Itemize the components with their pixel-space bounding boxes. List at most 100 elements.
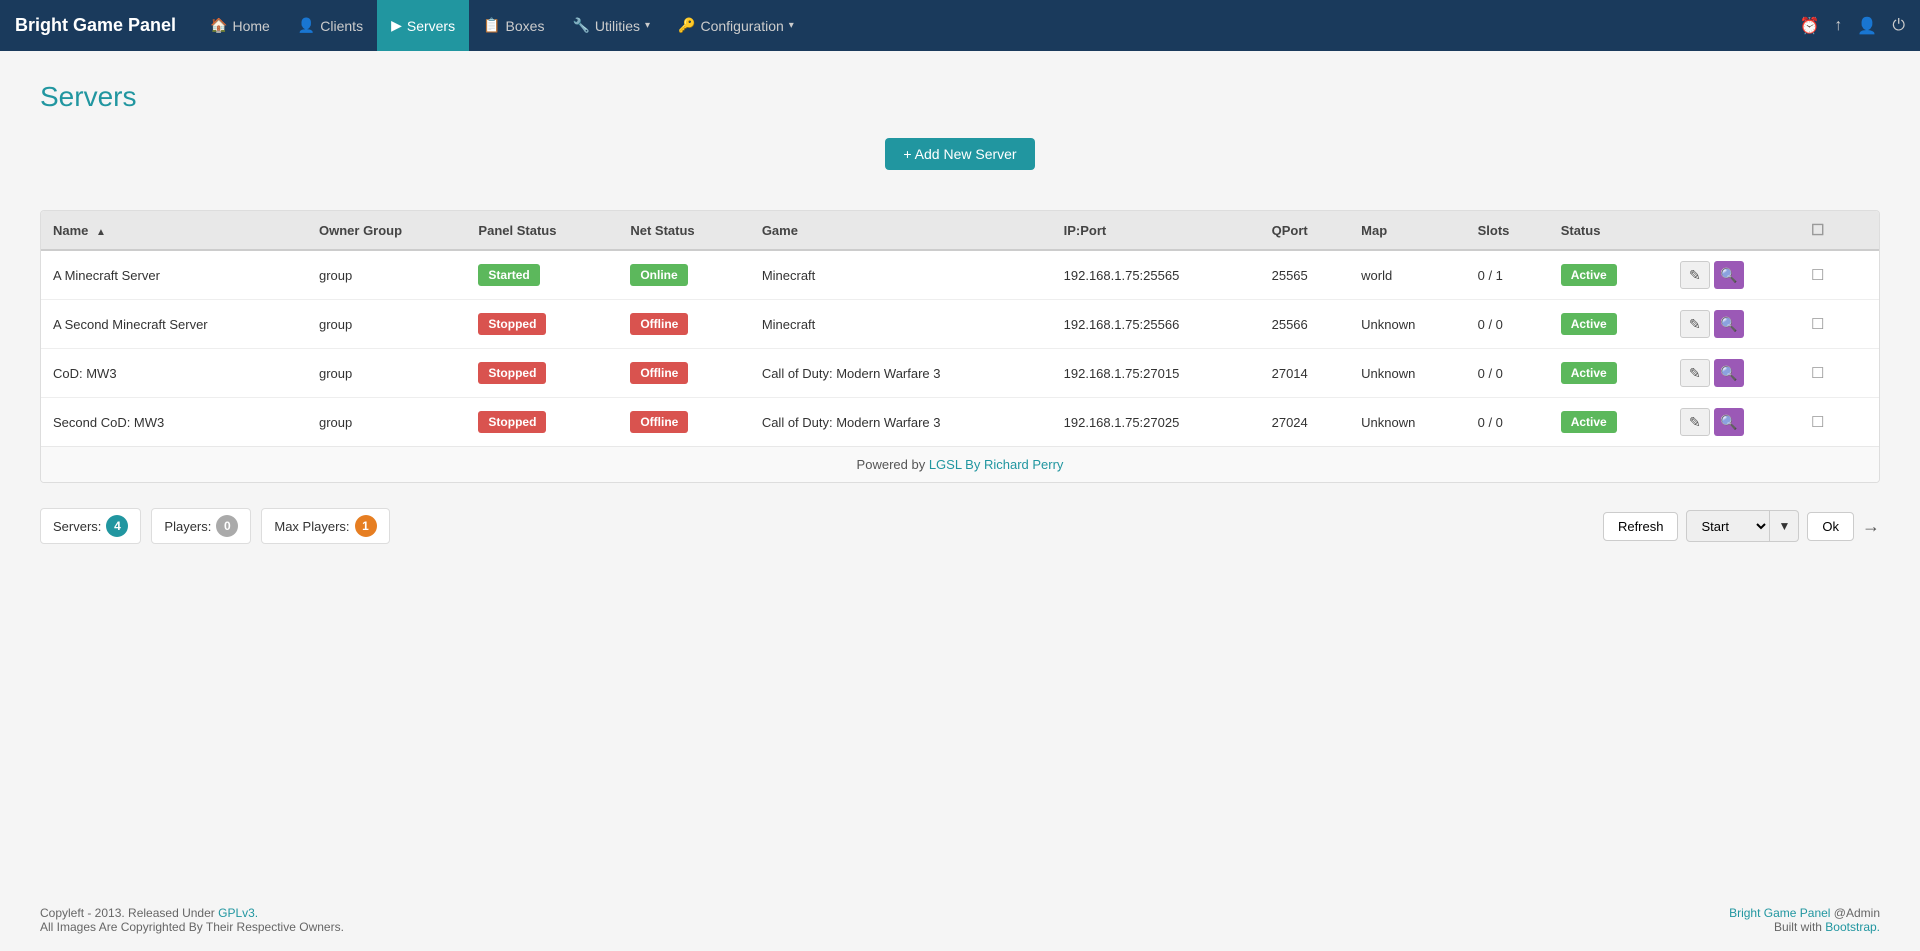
powered-by-bar: Powered by LGSL By Richard Perry xyxy=(41,446,1879,482)
ok-button[interactable]: Ok xyxy=(1807,512,1854,541)
panel-status-badge: Stopped xyxy=(478,313,546,335)
power-icon[interactable]: ⏻ xyxy=(1892,17,1905,35)
add-server-wrapper: + Add New Server xyxy=(40,138,1880,190)
servers-table-panel: Name ▲ Owner Group Panel Status Net Stat… xyxy=(40,210,1880,483)
clients-icon: 👤 xyxy=(298,17,315,34)
action-buttons: ✎ 🔍 xyxy=(1680,408,1787,436)
cell-checkbox: ☐ xyxy=(1799,398,1879,447)
cell-qport: 25566 xyxy=(1260,300,1350,349)
players-stat-label: Players: xyxy=(164,519,211,534)
footer-admin-suffix: @Admin xyxy=(1830,906,1880,920)
panel-status-badge: Started xyxy=(478,264,539,286)
cell-slots: 0 / 0 xyxy=(1466,349,1549,398)
cell-status: Active xyxy=(1549,398,1668,447)
panel-status-badge: Stopped xyxy=(478,411,546,433)
brand-link[interactable]: Bright Game Panel xyxy=(15,15,176,36)
nav-item-utilities[interactable]: 🔧 Utilities ▾ xyxy=(558,0,664,51)
action-buttons: ✎ 🔍 xyxy=(1680,359,1787,387)
navbar: Bright Game Panel 🏠 Home 👤 Clients ▶ Ser… xyxy=(0,0,1920,51)
clock-icon[interactable]: ⏰ xyxy=(1800,16,1820,36)
table-row: CoD: MW3 group Stopped Offline Call of D… xyxy=(41,349,1879,398)
gplv3-link[interactable]: GPLv3. xyxy=(218,906,258,920)
col-game: Game xyxy=(750,211,1052,250)
footer-left: Copyleft - 2013. Released Under GPLv3. A… xyxy=(40,906,344,934)
action-select-dropdown-btn[interactable]: ▼ xyxy=(1770,510,1799,542)
footer-bar: Servers: 4 Players: 0 Max Players: 1 Ref… xyxy=(40,498,1880,554)
cell-game: Call of Duty: Modern Warfare 3 xyxy=(750,398,1052,447)
col-checkbox-all: ☐ xyxy=(1799,211,1879,250)
edit-button[interactable]: ✎ xyxy=(1680,261,1710,289)
nav-config-label: Configuration xyxy=(700,18,783,34)
status-badge: Active xyxy=(1561,362,1617,384)
servers-count-badge: 4 xyxy=(106,515,128,537)
footer-brand-link[interactable]: Bright Game Panel xyxy=(1729,906,1830,920)
inspect-button[interactable]: 🔍 xyxy=(1714,261,1744,289)
select-all-checkbox[interactable]: ☐ xyxy=(1811,222,1824,239)
nav-item-boxes[interactable]: 📋 Boxes xyxy=(469,0,558,51)
cell-ip-port: 192.168.1.75:25565 xyxy=(1052,250,1260,300)
row-checkbox[interactable]: ☐ xyxy=(1811,316,1824,333)
nav-item-home[interactable]: 🏠 Home xyxy=(196,0,284,51)
row-checkbox[interactable]: ☐ xyxy=(1811,414,1824,431)
edit-button[interactable]: ✎ xyxy=(1680,359,1710,387)
cell-qport: 27024 xyxy=(1260,398,1350,447)
user-icon[interactable]: 👤 xyxy=(1857,16,1877,36)
upload-icon[interactable]: ↑ xyxy=(1834,17,1842,35)
inspect-button[interactable]: 🔍 xyxy=(1714,310,1744,338)
nav-right-icons: ⏰ ↑ 👤 ⏻ xyxy=(1800,16,1906,36)
cell-name: A Second Minecraft Server xyxy=(41,300,307,349)
copyright-text: Copyleft - 2013. Released Under xyxy=(40,906,218,920)
table-row: Second CoD: MW3 group Stopped Offline Ca… xyxy=(41,398,1879,447)
cell-owner-group: group xyxy=(307,398,466,447)
nav-clients-label: Clients xyxy=(320,18,363,34)
net-status-badge: Online xyxy=(630,264,687,286)
bootstrap-link[interactable]: Bootstrap. xyxy=(1825,920,1880,934)
utilities-icon: 🔧 xyxy=(572,17,589,34)
cell-actions: ✎ 🔍 xyxy=(1668,250,1799,300)
nav-home-label: Home xyxy=(232,18,269,34)
row-checkbox[interactable]: ☐ xyxy=(1811,365,1824,382)
col-name[interactable]: Name ▲ xyxy=(41,211,307,250)
utilities-dropdown-icon: ▾ xyxy=(645,20,650,31)
col-slots: Slots xyxy=(1466,211,1549,250)
nav-item-servers[interactable]: ▶ Servers xyxy=(377,0,469,51)
nav-servers-label: Servers xyxy=(407,18,455,34)
action-select[interactable]: Start Stop Restart Delete xyxy=(1686,510,1770,542)
servers-stat-label: Servers: xyxy=(53,519,101,534)
net-status-badge: Offline xyxy=(630,313,688,335)
refresh-button[interactable]: Refresh xyxy=(1603,512,1679,541)
cell-panel-status: Started xyxy=(466,250,618,300)
footer-brand-line: Bright Game Panel @Admin xyxy=(1729,906,1880,920)
col-net-status: Net Status xyxy=(618,211,749,250)
servers-icon: ▶ xyxy=(391,17,402,34)
cell-checkbox: ☐ xyxy=(1799,300,1879,349)
footer-right: Bright Game Panel @Admin Built with Boot… xyxy=(1729,906,1880,934)
cell-name: Second CoD: MW3 xyxy=(41,398,307,447)
net-status-badge: Offline xyxy=(630,362,688,384)
nav-item-clients[interactable]: 👤 Clients xyxy=(284,0,377,51)
cell-owner-group: group xyxy=(307,349,466,398)
nav-boxes-label: Boxes xyxy=(506,18,545,34)
cell-actions: ✎ 🔍 xyxy=(1668,300,1799,349)
arrow-button[interactable]: → xyxy=(1862,516,1880,537)
cell-net-status: Offline xyxy=(618,349,749,398)
col-owner-group: Owner Group xyxy=(307,211,466,250)
cell-game: Call of Duty: Modern Warfare 3 xyxy=(750,349,1052,398)
cell-net-status: Offline xyxy=(618,398,749,447)
cell-ip-port: 192.168.1.75:27025 xyxy=(1052,398,1260,447)
cell-owner-group: group xyxy=(307,300,466,349)
inspect-button[interactable]: 🔍 xyxy=(1714,359,1744,387)
lgsl-link[interactable]: LGSL By Richard Perry xyxy=(929,457,1064,472)
inspect-button[interactable]: 🔍 xyxy=(1714,408,1744,436)
nav-utilities-label: Utilities xyxy=(595,18,640,34)
nav-item-configuration[interactable]: 🔑 Configuration ▾ xyxy=(664,0,808,51)
servers-table: Name ▲ Owner Group Panel Status Net Stat… xyxy=(41,211,1879,446)
cell-status: Active xyxy=(1549,250,1668,300)
edit-button[interactable]: ✎ xyxy=(1680,408,1710,436)
cell-ip-port: 192.168.1.75:25566 xyxy=(1052,300,1260,349)
add-new-server-button[interactable]: + Add New Server xyxy=(885,138,1034,170)
cell-game: Minecraft xyxy=(750,300,1052,349)
row-checkbox[interactable]: ☐ xyxy=(1811,267,1824,284)
col-map: Map xyxy=(1349,211,1465,250)
edit-button[interactable]: ✎ xyxy=(1680,310,1710,338)
